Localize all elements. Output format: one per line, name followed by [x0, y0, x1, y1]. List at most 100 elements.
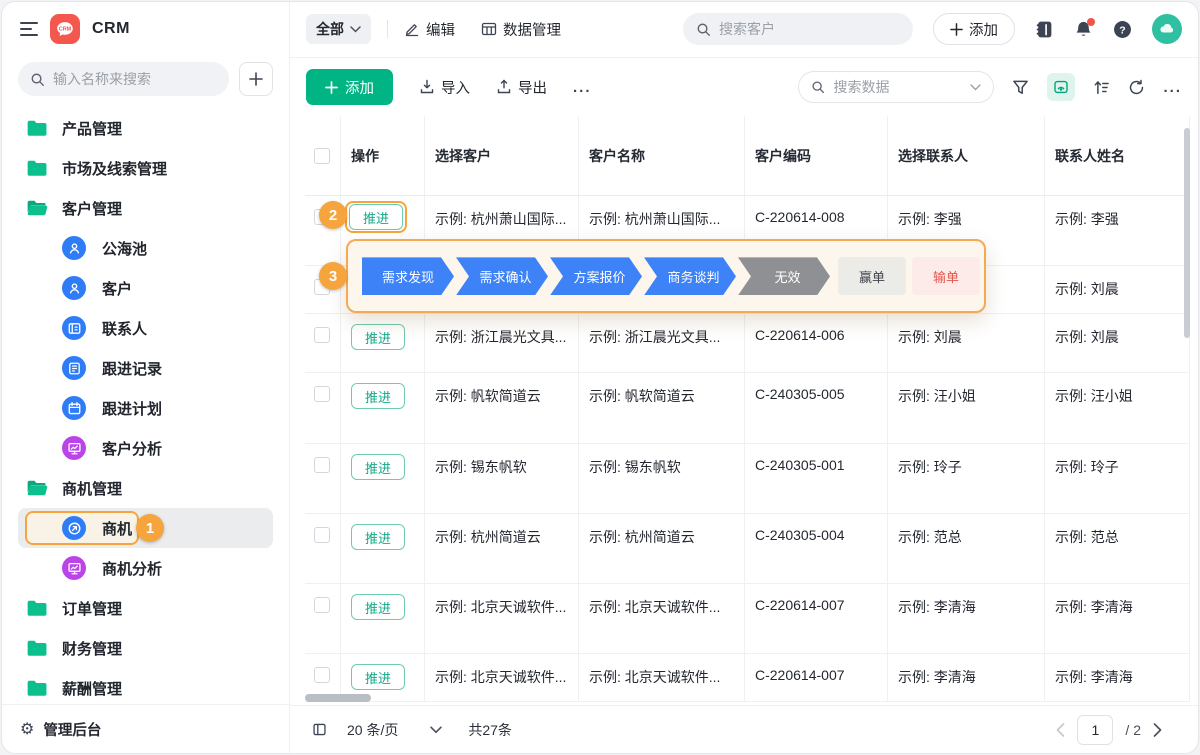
row-checkbox[interactable]: [314, 457, 330, 473]
customer-select-cell[interactable]: 示例: 北京天诚软件...: [425, 584, 579, 653]
advance-button[interactable]: 推进: [351, 454, 405, 480]
scope-filter-dropdown[interactable]: 全部: [306, 14, 371, 44]
sidebar-item-13[interactable]: 财务管理: [18, 628, 273, 668]
sidebar-item-0[interactable]: 产品管理: [18, 108, 273, 148]
advance-button[interactable]: 推进: [351, 664, 405, 690]
collapse-sidebar-icon[interactable]: [20, 22, 38, 36]
advance-button[interactable]: 推进: [349, 204, 403, 230]
column-header-5[interactable]: 联系人姓名: [1045, 116, 1190, 195]
row-checkbox[interactable]: [314, 597, 330, 613]
action-cell: 推进: [341, 514, 425, 583]
contact-name-cell: 示例: 范总: [1045, 514, 1190, 583]
add-record-button[interactable]: 添加: [306, 69, 393, 105]
more-options-icon[interactable]: ...: [1163, 79, 1182, 96]
horizontal-scrollbar[interactable]: [305, 694, 371, 702]
customer-select-cell[interactable]: 示例: 帆软简道云: [425, 373, 579, 443]
export-button[interactable]: 导出: [496, 77, 547, 98]
select-all-checkbox[interactable]: [314, 148, 330, 164]
plus-icon: [249, 72, 263, 86]
folder-icon: [26, 637, 48, 659]
chevron-down-icon[interactable]: [970, 84, 981, 91]
admin-backend-label: 管理后台: [43, 719, 101, 740]
customer-select-cell[interactable]: 示例: 锡东帆软: [425, 444, 579, 513]
more-actions-button[interactable]: ...: [573, 79, 592, 96]
sidebar-item-6[interactable]: 跟进记录: [18, 348, 273, 388]
advance-button[interactable]: 推进: [351, 524, 405, 550]
sidebar-search-input[interactable]: 输入名称来搜索: [18, 62, 229, 96]
contact-name-cell: 示例: 汪小姐: [1045, 373, 1190, 443]
chevron-down-icon[interactable]: [430, 726, 442, 734]
notification-bell-icon[interactable]: [1074, 20, 1093, 39]
pipeline-stage-1[interactable]: 需求确认: [456, 257, 548, 295]
column-header-4[interactable]: 选择联系人: [888, 116, 1045, 195]
prev-page-icon[interactable]: [1056, 723, 1065, 737]
folder-open-icon: [26, 477, 48, 499]
contact-select-cell[interactable]: 示例: 汪小姐: [888, 373, 1045, 443]
page-size-label[interactable]: 20 条/页: [347, 720, 398, 740]
row-checkbox[interactable]: [314, 386, 330, 402]
edit-button[interactable]: 编辑: [404, 19, 455, 40]
column-header-3[interactable]: 客户编码: [745, 116, 888, 195]
customer-search-input[interactable]: 搜索客户: [683, 13, 913, 45]
sidebar-item-2[interactable]: 客户管理: [18, 188, 273, 228]
contact-name-cell: 示例: 玲子: [1045, 444, 1190, 513]
next-page-icon[interactable]: [1153, 723, 1162, 737]
contact-select-cell[interactable]: 示例: 李清海: [888, 584, 1045, 653]
customer-select-cell[interactable]: 示例: 浙江晨光文具...: [425, 314, 579, 372]
pipeline-outcome-win[interactable]: 赢单: [838, 257, 906, 295]
admin-backend-link[interactable]: ⚙ 管理后台: [2, 704, 289, 753]
sidebar-item-8[interactable]: 客户分析: [18, 428, 273, 468]
user-avatar[interactable]: [1152, 14, 1182, 44]
pipeline-outcome-lose[interactable]: 输单: [912, 257, 980, 295]
topbar-add-button[interactable]: 添加: [933, 13, 1015, 45]
sort-icon[interactable]: [1093, 79, 1110, 96]
column-header-2[interactable]: 客户名称: [579, 116, 745, 195]
data-search-input[interactable]: 搜索数据: [798, 71, 994, 103]
customer-select-cell[interactable]: 示例: 杭州简道云: [425, 514, 579, 583]
sidebar-item-1[interactable]: 市场及线索管理: [18, 148, 273, 188]
pipeline-stage-2[interactable]: 方案报价: [550, 257, 642, 295]
sidebar-item-9[interactable]: 商机管理: [18, 468, 273, 508]
contact-name-cell: 示例: 李清海: [1045, 654, 1190, 701]
column-header-0[interactable]: 操作: [341, 116, 425, 195]
contacts-book-icon[interactable]: [1035, 20, 1054, 39]
advance-button[interactable]: 推进: [351, 383, 405, 409]
column-header-1[interactable]: 选择客户: [425, 116, 579, 195]
pencil-icon: [404, 21, 420, 37]
sidebar-item-5[interactable]: 联系人: [18, 308, 273, 348]
folder-icon: [26, 117, 48, 139]
sidebar-item-10[interactable]: 商机 1: [18, 508, 273, 548]
crm-app: CRM CRM 输入名称来搜索 产品管理 市场及线索管理 客户管理 公海池 客户…: [1, 1, 1199, 754]
sidebar-item-12[interactable]: 订单管理: [18, 588, 273, 628]
pipeline-stage-4[interactable]: 无效: [738, 257, 830, 295]
pipeline-stage-0[interactable]: 需求发现: [362, 257, 454, 295]
pipeline-stage-3[interactable]: 商务谈判: [644, 257, 736, 295]
customer-select-cell[interactable]: 示例: 北京天诚软件...: [425, 654, 579, 701]
sidebar-item-4[interactable]: 客户: [18, 268, 273, 308]
sidebar-item-14[interactable]: 薪酬管理: [18, 668, 273, 704]
refresh-icon[interactable]: [1128, 79, 1145, 96]
row-checkbox[interactable]: [314, 327, 330, 343]
advance-button[interactable]: 推进: [351, 324, 405, 350]
help-icon[interactable]: ?: [1113, 20, 1132, 39]
vertical-scrollbar[interactable]: [1184, 128, 1190, 338]
search-icon: [30, 72, 45, 87]
view-settings-icon[interactable]: [1047, 73, 1075, 101]
data-manage-button[interactable]: 数据管理: [481, 19, 561, 40]
page-layout-icon[interactable]: [312, 722, 327, 737]
row-checkbox[interactable]: [314, 527, 330, 543]
sidebar-item-3[interactable]: 公海池: [18, 228, 273, 268]
import-button[interactable]: 导入: [419, 77, 470, 98]
contact-select-cell[interactable]: 示例: 刘晨: [888, 314, 1045, 372]
sidebar-new-page-button[interactable]: [239, 62, 273, 96]
filter-funnel-icon[interactable]: [1012, 79, 1029, 96]
sidebar-item-11[interactable]: 商机分析: [18, 548, 273, 588]
advance-button[interactable]: 推进: [351, 594, 405, 620]
contact-select-cell[interactable]: 示例: 李清海: [888, 654, 1045, 701]
row-checkbox[interactable]: [314, 667, 330, 683]
sidebar-item-7[interactable]: 跟进计划: [18, 388, 273, 428]
pagination-left: 20 条/页 共27条: [312, 720, 512, 740]
current-page-input[interactable]: 1: [1077, 715, 1113, 745]
contact-select-cell[interactable]: 示例: 范总: [888, 514, 1045, 583]
contact-select-cell[interactable]: 示例: 玲子: [888, 444, 1045, 513]
